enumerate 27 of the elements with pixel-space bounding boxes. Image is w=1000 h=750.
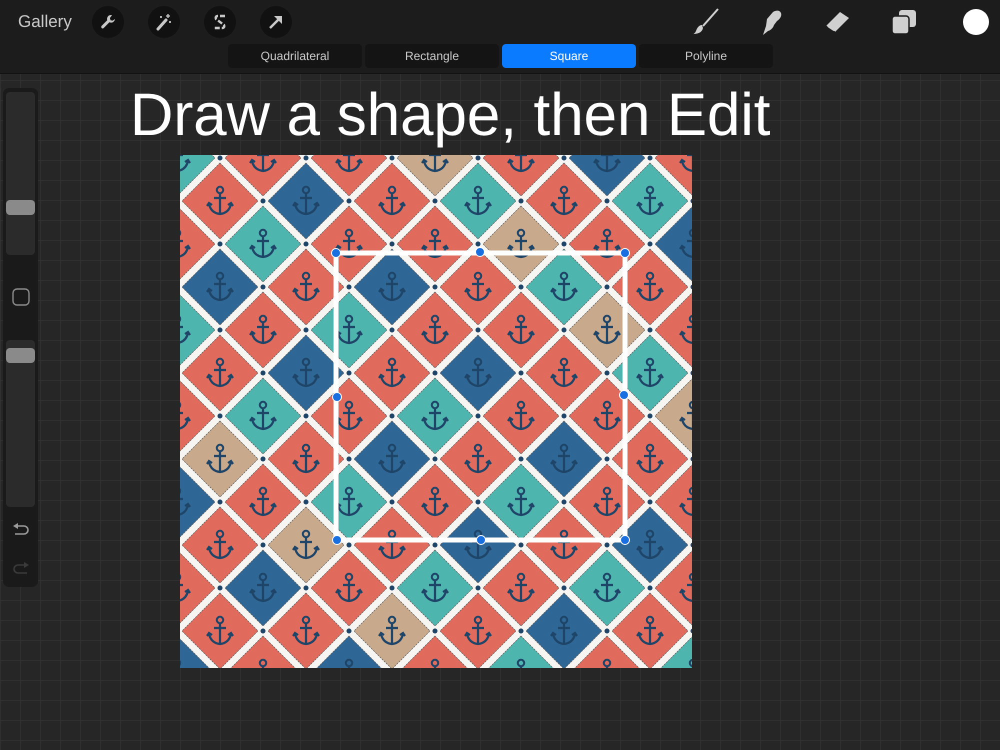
layers-icon [891,9,917,35]
redo-icon [12,562,30,576]
transform-button[interactable] [260,6,292,38]
square-shape-outline[interactable] [334,250,628,542]
square-icon [12,288,30,306]
shape-mode-tab[interactable]: Polyline [639,44,773,68]
wrench-icon [98,13,117,31]
shape-mode-tab[interactable]: Quadrilateral [228,44,362,68]
paintbrush-icon [691,7,721,37]
brush-size-slider[interactable] [6,92,35,255]
shape-mode-tab[interactable]: Square [502,44,636,68]
modify-button[interactable] [12,288,30,306]
slider-thumb[interactable] [6,348,35,363]
wrench-button[interactable] [92,6,124,38]
selection-button[interactable] [204,6,236,38]
magic-wand-button[interactable] [148,6,180,38]
shape-mode-tab[interactable]: Rectangle [365,44,499,68]
slider-thumb[interactable] [6,200,35,216]
magic-wand-icon [154,13,173,31]
instruction-text: Draw a shape, then Edit [130,82,770,148]
opacity-slider[interactable] [6,340,35,507]
gallery-link[interactable]: Gallery [18,12,72,32]
undo-button[interactable] [12,523,30,537]
color-swatch[interactable] [963,9,989,35]
selection-icon [212,13,228,31]
arrow-icon [268,14,284,30]
undo-icon [12,523,30,537]
